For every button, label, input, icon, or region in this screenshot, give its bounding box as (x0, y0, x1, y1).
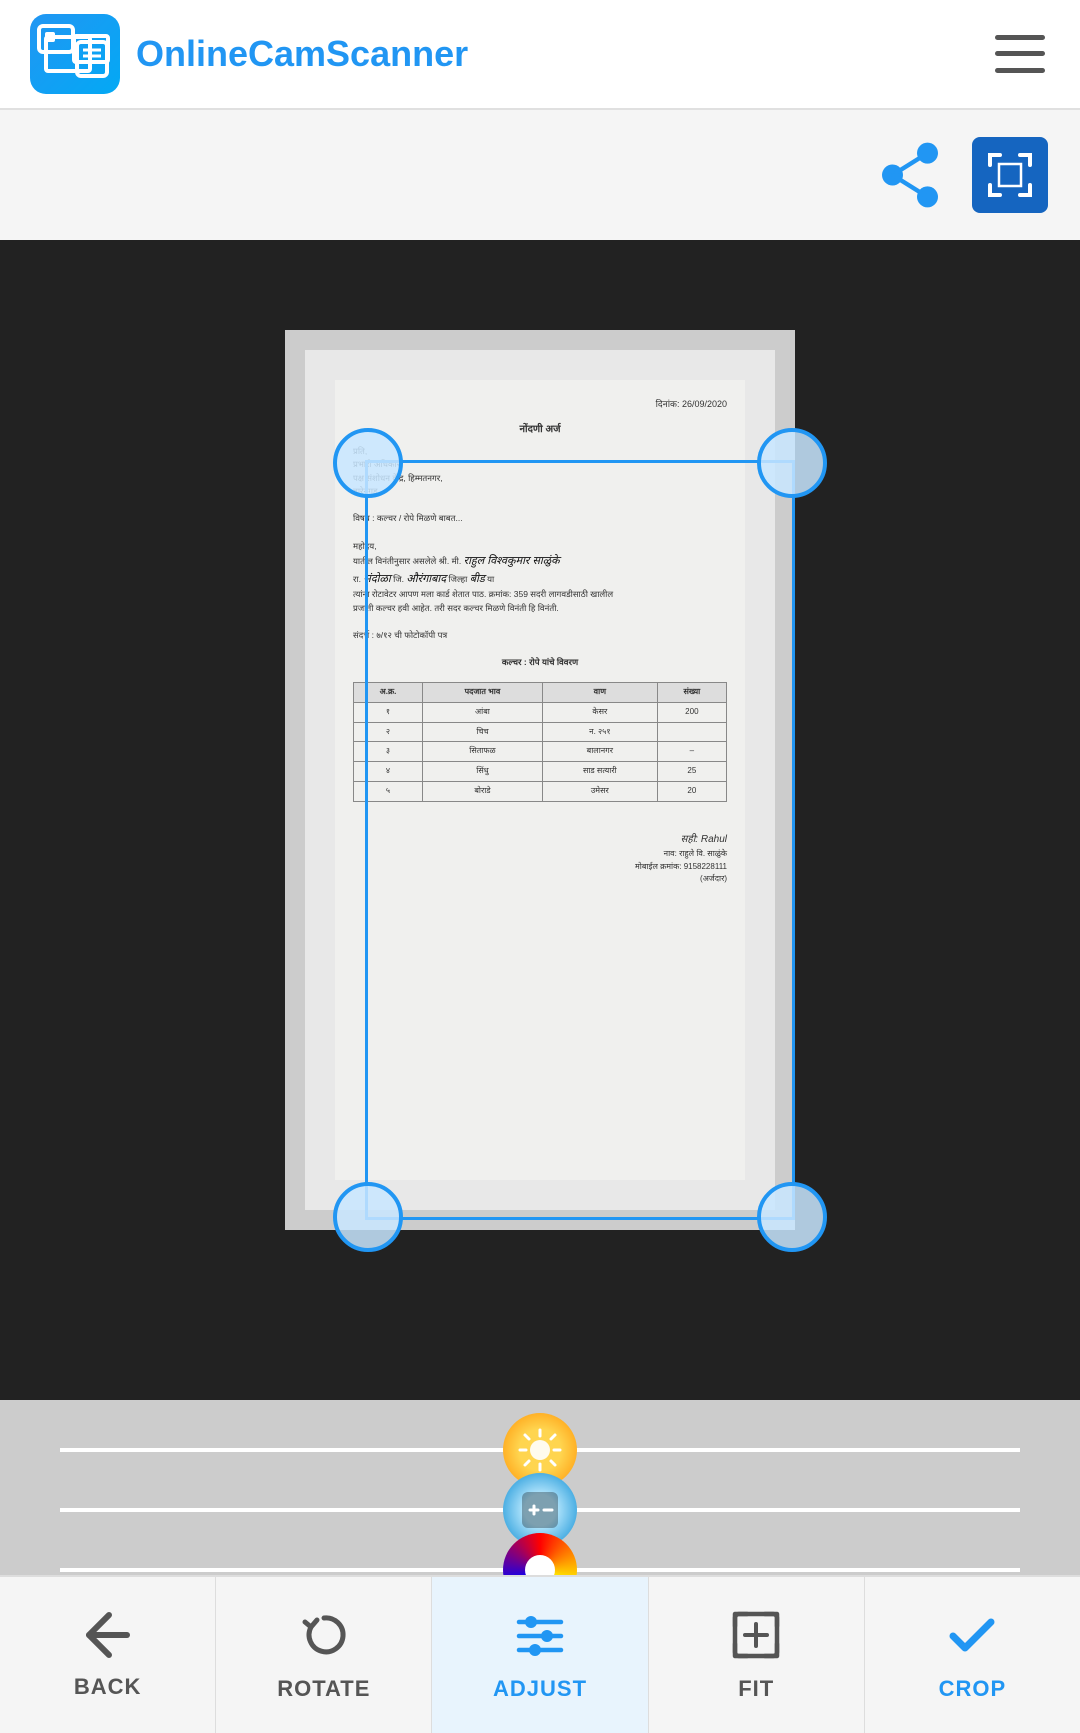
crop-handle-top-left[interactable] (333, 428, 403, 498)
rotate-icon (297, 1608, 351, 1668)
hamburger-line-3 (995, 68, 1045, 73)
crop-check-icon-svg (945, 1608, 999, 1662)
back-icon-svg (81, 1610, 135, 1660)
bottom-navigation: BACK ROTATE ADJUST (0, 1575, 1080, 1733)
crop-handle-top-right[interactable] (757, 428, 827, 498)
share-button[interactable] (870, 135, 950, 215)
crop-handle-bottom-right[interactable] (757, 1182, 827, 1252)
canvas-area: दिनांक: 26/09/2020 नोंदणी अर्ज प्रति, प्… (0, 240, 1080, 1400)
nav-rotate-label: ROTATE (277, 1676, 370, 1702)
fullscreen-svg (985, 150, 1035, 200)
document-container: दिनांक: 26/09/2020 नोंदणी अर्ज प्रति, प्… (285, 330, 795, 1230)
document-paper: दिनांक: 26/09/2020 नोंदणी अर्ज प्रति, प्… (305, 350, 775, 1210)
exposure-slider-row (0, 1480, 1080, 1540)
nav-back-label: BACK (74, 1674, 142, 1700)
fullscreen-icon (972, 137, 1048, 213)
nav-fit[interactable]: FIT (649, 1577, 865, 1733)
nav-crop[interactable]: CROP (865, 1577, 1080, 1733)
nav-adjust-label: ADJUST (493, 1676, 587, 1702)
crop-overlay[interactable] (365, 460, 795, 1220)
doc-salutation: प्रति, (353, 445, 727, 459)
nav-adjust[interactable]: ADJUST (432, 1577, 648, 1733)
app-name: OnlineCamScanner (136, 33, 468, 75)
share-icon (875, 140, 945, 210)
app-header: OnlineCamScanner (0, 0, 1080, 110)
menu-button[interactable] (990, 29, 1050, 79)
app-logo-icon (30, 14, 120, 94)
logo-area: OnlineCamScanner (30, 14, 468, 94)
nav-back[interactable]: BACK (0, 1577, 216, 1733)
doc-title: नोंदणी अर्ज (353, 422, 727, 437)
nav-rotate[interactable]: ROTATE (216, 1577, 432, 1733)
back-arrow-icon (81, 1610, 135, 1666)
exposure-slider-track[interactable] (60, 1508, 1020, 1512)
crop-check-icon (945, 1608, 999, 1668)
nav-fit-label: FIT (738, 1676, 774, 1702)
brightness-slider-track[interactable] (60, 1448, 1020, 1452)
hamburger-line-1 (995, 35, 1045, 40)
doc-date: दिनांक: 26/09/2020 (353, 398, 727, 412)
fullscreen-button[interactable] (970, 135, 1050, 215)
sun-icon-svg (518, 1428, 562, 1472)
exposure-icon-svg (518, 1488, 562, 1532)
rotate-icon-svg (297, 1608, 351, 1662)
logo-svg (35, 18, 115, 90)
brightness-slider-row (0, 1420, 1080, 1480)
toolbar (0, 110, 1080, 240)
crop-handle-bottom-left[interactable] (333, 1182, 403, 1252)
adjust-icon-svg (513, 1608, 567, 1662)
adjust-icon (513, 1608, 567, 1668)
nav-crop-label: CROP (939, 1676, 1007, 1702)
fit-icon-svg (729, 1608, 783, 1662)
fit-icon (729, 1608, 783, 1668)
hamburger-line-2 (995, 51, 1045, 56)
color-slider-track[interactable] (60, 1568, 1020, 1572)
